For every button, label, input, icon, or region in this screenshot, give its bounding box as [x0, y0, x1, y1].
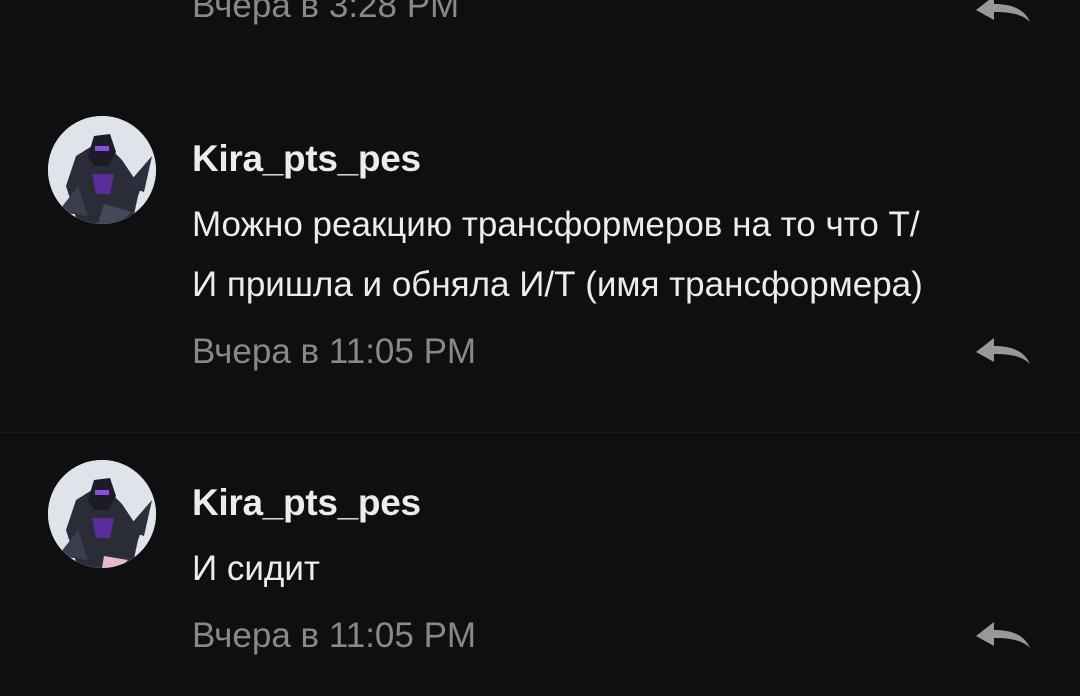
- reply-button[interactable]: [972, 618, 1034, 654]
- comment-timestamp: Вчера в 11:05 PM: [192, 616, 477, 655]
- comment-author[interactable]: Kira_pts_pes: [192, 482, 421, 524]
- comment-message-line: И сидит: [192, 549, 320, 588]
- comment-item: Kira_pts_pes И сидит Вчера в 11:05 PM: [0, 0, 1080, 696]
- user-avatar[interactable]: [48, 460, 156, 568]
- transformer-avatar: [48, 460, 156, 568]
- reply-arrow-icon: [976, 622, 1030, 648]
